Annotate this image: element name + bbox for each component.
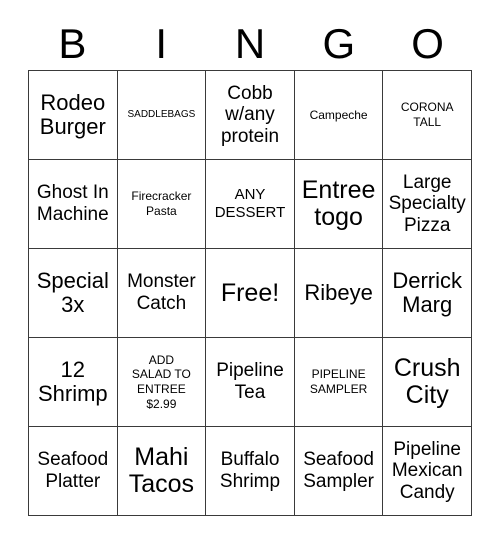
bingo-grid: Rodeo Burger SADDLEBAGS Cobb w/any protein… [28,70,472,516]
bingo-cell-label: Campeche [309,107,368,122]
bingo-cell-label: ADD SALAD TO ENTREE $2.99 [131,352,191,411]
bingo-cell[interactable]: ANY DESSERT [206,160,295,249]
bingo-cell-label: Pipeline Tea [216,360,284,403]
bingo-cell-label: CORONA TALL [400,100,454,129]
bingo-cell-label: Monster Catch [127,271,196,314]
bingo-cell[interactable]: Large Specialty Pizza [383,160,472,249]
bingo-free-space[interactable]: Free! [206,249,295,338]
bingo-cell[interactable]: Special 3x [29,249,118,338]
bingo-cell-label: Derrick Marg [392,267,463,317]
bingo-cell[interactable]: Ghost In Machine [29,160,118,249]
bingo-cell[interactable]: Mahi Tacos [117,427,207,516]
bingo-cell[interactable]: Pipeline Tea [206,338,295,427]
header-letter-n: N [234,20,266,67]
bingo-cell-label: Ghost In Machine [36,182,109,225]
bingo-cell-label: Cobb w/any protein [220,82,280,147]
bingo-cell-label: Pipeline Mexican Candy [391,438,463,503]
bingo-cell[interactable]: Derrick Marg [383,249,472,338]
bingo-cell[interactable]: PIPELINE SAMPLER [294,338,384,427]
bingo-cell[interactable]: SADDLEBAGS [117,71,207,160]
bingo-cell[interactable]: ADD SALAD TO ENTREE $2.99 [117,338,207,427]
bingo-cell[interactable]: 12 Shrimp [29,338,118,427]
bingo-cell-label: ANY DESSERT [214,186,286,221]
header-letter-o: O [411,20,444,67]
bingo-cell-label: Special 3x [36,267,109,317]
bingo-cell-label: Firecracker Pasta [131,189,192,218]
bingo-cell-label: Mahi Tacos [128,443,195,498]
bingo-cell[interactable]: Monster Catch [117,249,207,338]
bingo-cell-label: 12 Shrimp [37,356,108,406]
bingo-cell[interactable]: Cobb w/any protein [206,71,295,160]
bingo-cell[interactable]: Seafood Sampler [294,427,384,516]
bingo-cell[interactable]: Firecracker Pasta [117,160,207,249]
bingo-cell-label: Seafood Platter [37,449,109,492]
bingo-cell[interactable]: Entree togo [294,160,384,249]
bingo-cell-label: Entree togo [301,176,376,231]
bingo-cell-label: SADDLEBAGS [127,108,196,120]
bingo-cell-label: Ribeye [304,279,373,305]
bingo-cell[interactable]: Seafood Platter [29,427,118,516]
header-letter-g: G [322,20,356,67]
bingo-cell-label: Seafood Sampler [303,449,374,492]
bingo-cell[interactable]: CORONA TALL [383,71,472,160]
header-letter-b: B [58,20,87,67]
bingo-cell-label: Buffalo Shrimp [219,449,281,492]
bingo-cell[interactable]: Rodeo Burger [29,71,118,160]
bingo-cell[interactable]: Pipeline Mexican Candy [383,427,472,516]
bingo-header: B I N G O [28,18,472,70]
bingo-cell-label: Free! [220,278,280,307]
bingo-cell-label: Rodeo Burger [39,89,106,139]
bingo-cell-label: Crush City [393,354,461,409]
bingo-cell[interactable]: Buffalo Shrimp [206,427,295,516]
header-letter-i: I [155,20,168,67]
bingo-cell[interactable]: Ribeye [294,249,384,338]
bingo-card: B I N G O Rodeo Burger SADDLEBAGS Cobb w/a… [0,0,500,544]
bingo-cell-label: Large Specialty Pizza [388,171,466,236]
bingo-cell-label: PIPELINE SAMPLER [309,367,368,396]
bingo-cell[interactable]: Campeche [294,71,384,160]
bingo-cell[interactable]: Crush City [383,338,472,427]
